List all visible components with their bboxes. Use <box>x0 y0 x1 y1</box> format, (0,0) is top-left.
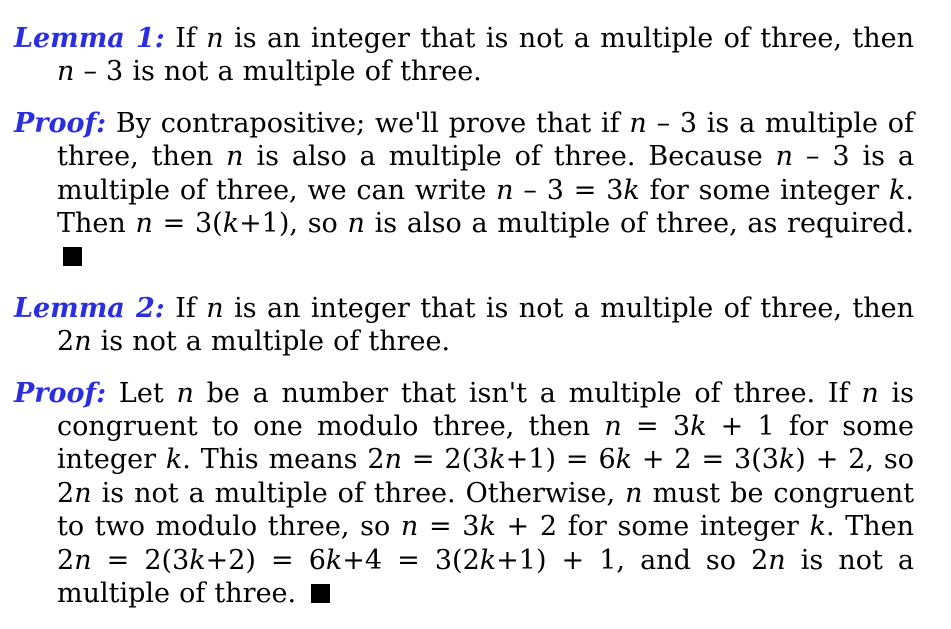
lemma-1: Lemma 1: If n is an integer that is not … <box>14 22 914 89</box>
qed-square-icon <box>63 247 82 267</box>
lemma-1-label: Lemma 1: <box>14 23 165 54</box>
document-body: Lemma 1: If n is an integer that is not … <box>14 22 914 611</box>
lemma-1-text: If n is an integer that is not a multipl… <box>57 23 914 88</box>
qed-square-icon <box>311 584 331 604</box>
proof-1-text: By contrapositive; we'll prove that if n… <box>57 107 915 240</box>
proof-2-text: Let n be a number that isn't a multiple … <box>57 377 915 610</box>
lemma-2-label: Lemma 2: <box>14 292 165 324</box>
lemma-2-text: If n is an integer that is not a multipl… <box>57 292 914 358</box>
proof-1: Proof: By contrapositive; we'll prove th… <box>14 107 914 274</box>
lemma-2: Lemma 2: If n is an integer that is not … <box>14 292 914 359</box>
proof-1-label: Proof: <box>14 107 107 139</box>
proof-2: Proof: Let n be a number that isn't a mu… <box>14 377 914 611</box>
proof-2-label: Proof: <box>14 377 107 409</box>
